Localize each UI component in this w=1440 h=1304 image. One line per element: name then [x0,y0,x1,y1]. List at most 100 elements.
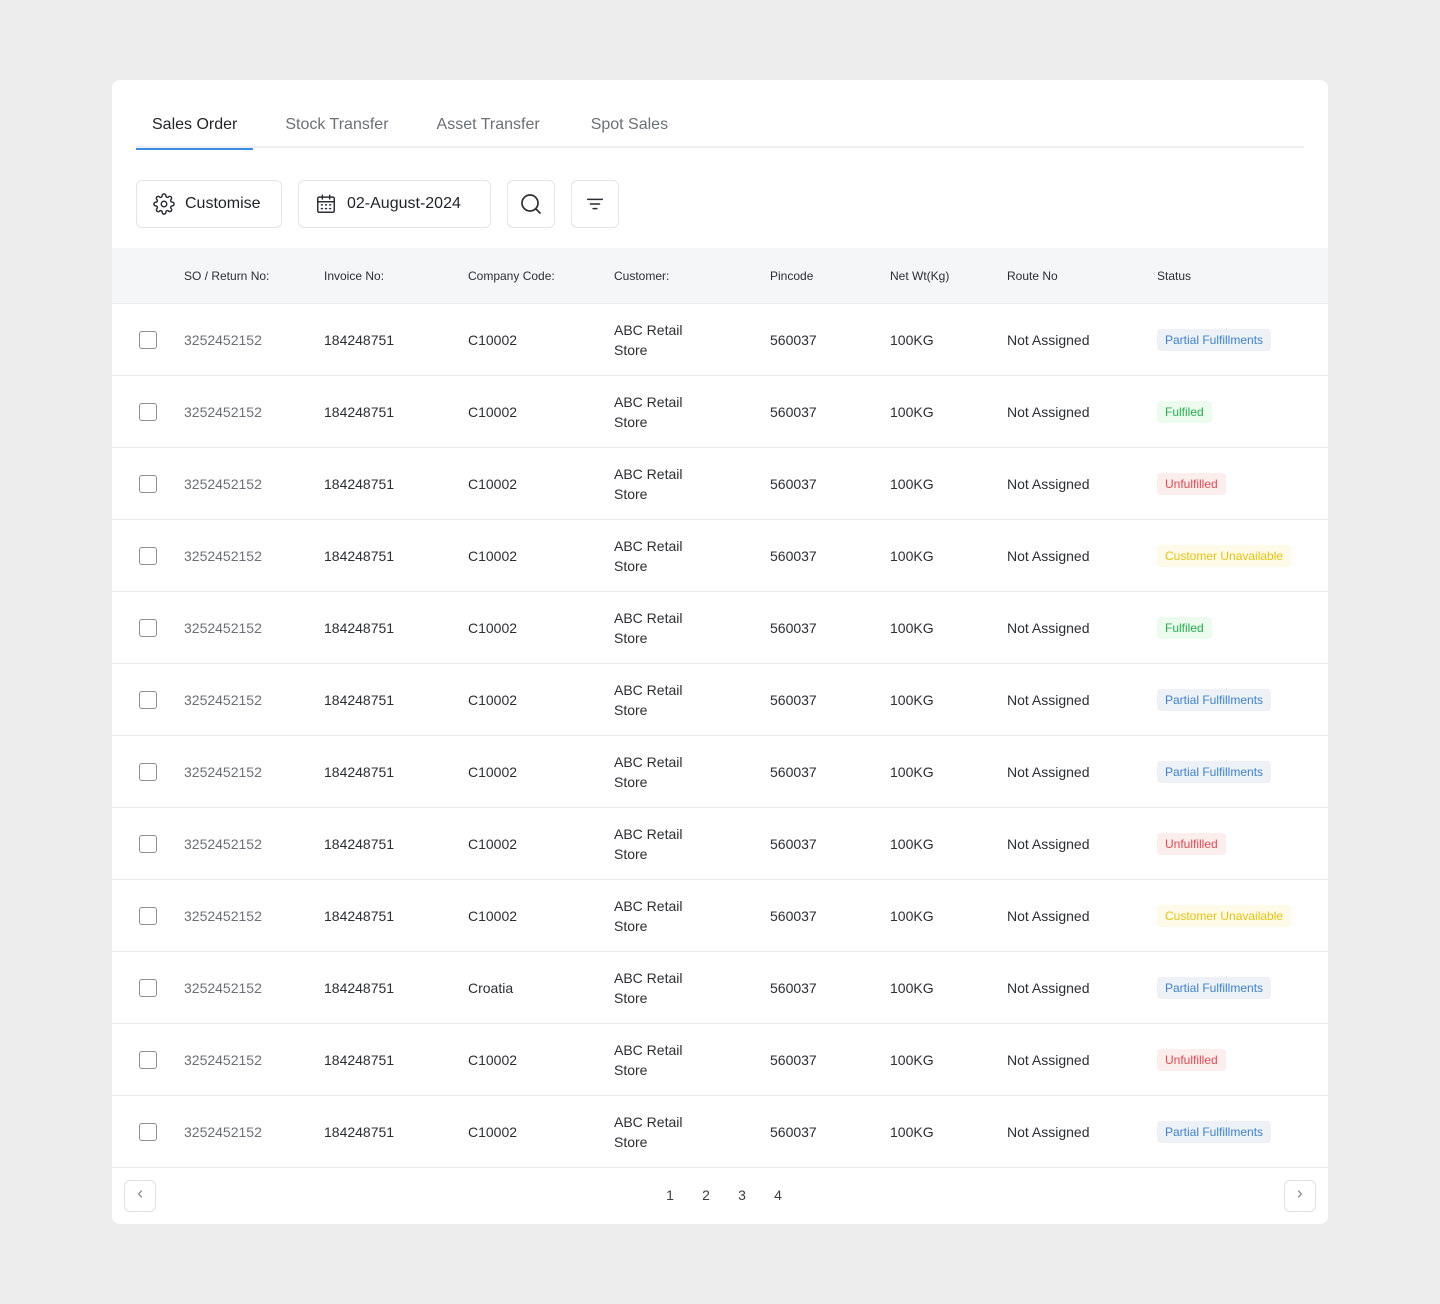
route-no: Not Assigned [1007,620,1090,636]
tab-stock-transfer[interactable]: Stock Transfer [269,104,404,148]
company-code: C10002 [468,1124,518,1140]
net-weight: 100KG [890,908,934,924]
row-checkbox[interactable] [139,619,157,637]
status-badge: Partial Fulfillments [1157,761,1272,783]
row-checkbox[interactable] [139,691,157,709]
so-number: 3252452152 [184,332,262,348]
customer-name-line1: ABC Retail [614,538,683,554]
so-number: 3252452152 [184,548,262,564]
customise-button[interactable]: Customise [136,180,282,228]
so-number: 3252452152 [184,1052,262,1068]
tab-bar: Sales Order Stock Transfer Asset Transfe… [136,104,1304,150]
row-checkbox[interactable] [139,835,157,853]
row-checkbox[interactable] [139,907,157,925]
tab-asset-transfer[interactable]: Asset Transfer [421,104,556,148]
next-page-button[interactable] [1284,1180,1316,1212]
customer-name-line1: ABC Retail [614,898,683,914]
page-1[interactable]: 1 [652,1187,688,1203]
route-no: Not Assigned [1007,764,1090,780]
net-weight: 100KG [890,692,934,708]
row-checkbox[interactable] [139,763,157,781]
table-row[interactable]: 3252452152 184248751 C10002 560037 100KG Not … [112,1096,1328,1168]
customer-name: ABC Retail Store [614,376,682,448]
invoice-number: 184248751 [324,548,395,564]
customer-name: ABC Retail Store [614,592,682,664]
net-weight: 100KG [890,1052,934,1068]
filter-button[interactable] [571,180,619,228]
search-button[interactable] [507,180,555,228]
so-number: 3252452152 [184,836,262,852]
table-row[interactable]: 3252452152 184248751 Croatia 560037 100KG Not… [112,952,1328,1024]
net-weight: 100KG [890,1124,934,1140]
customer-name-line1: ABC Retail [614,754,683,770]
customer-name-line1: ABC Retail [614,466,683,482]
so-number: 3252452152 [184,404,262,420]
customer-name-line2: Store [614,558,648,574]
status-cell: Partial Fulfillments [1157,304,1272,376]
page-numbers: 1 2 3 4 [652,1187,796,1203]
so-number: 3252452152 [184,908,262,924]
table-row[interactable]: 3252452152 184248751 C10002 560037 100KG Not … [112,736,1328,808]
company-code: C10002 [468,548,518,564]
customer-name-line1: ABC Retail [614,826,683,842]
customer-name-line1: ABC Retail [614,322,683,338]
row-checkbox[interactable] [139,403,157,421]
table-row[interactable]: 3252452152 184248751 C10002 560037 100KG Not … [112,376,1328,448]
net-weight: 100KG [890,836,934,852]
status-cell: Unfulfilled [1157,1024,1226,1096]
row-checkbox[interactable] [139,331,157,349]
table-row[interactable]: 3252452152 184248751 C10002 560037 100KG Not … [112,448,1328,520]
table-row[interactable]: 3252452152 184248751 C10002 560037 100KG Not … [112,664,1328,736]
so-number: 3252452152 [184,620,262,636]
company-code: C10002 [468,692,518,708]
status-badge: Unfulfilled [1157,473,1226,495]
tab-sales-order[interactable]: Sales Order [136,104,254,150]
table-row[interactable]: 3252452152 184248751 C10002 560037 100KG Not … [112,1024,1328,1096]
route-no: Not Assigned [1007,836,1090,852]
table-header: SO / Return No: Invoice No: Company Code… [112,248,1328,304]
invoice-number: 184248751 [324,692,395,708]
table-row[interactable]: 3252452152 184248751 C10002 560037 100KG Not … [112,304,1328,376]
pincode: 560037 [770,980,817,996]
customer-name: ABC Retail Store [614,448,682,520]
customer-name-line2: Store [614,342,648,358]
table-row[interactable]: 3252452152 184248751 C10002 560037 100KG Not … [112,880,1328,952]
row-checkbox[interactable] [139,475,157,493]
page-4[interactable]: 4 [760,1187,796,1203]
customer-name-line2: Store [614,990,648,1006]
customer-name: ABC Retail Store [614,736,682,808]
table-row[interactable]: 3252452152 184248751 C10002 560037 100KG Not … [112,592,1328,664]
table-row[interactable]: 3252452152 184248751 C10002 560037 100KG Not … [112,520,1328,592]
route-no: Not Assigned [1007,1124,1090,1140]
pincode: 560037 [770,548,817,564]
route-no: Not Assigned [1007,692,1090,708]
calendar-icon [315,193,337,215]
date-picker-button[interactable]: 02-August-2024 [298,180,491,228]
customer-name-line1: ABC Retail [614,1114,683,1130]
customer-name-line2: Store [614,918,648,934]
company-code: C10002 [468,404,518,420]
tab-spot-sales[interactable]: Spot Sales [575,104,684,148]
row-checkbox[interactable] [139,1123,157,1141]
row-checkbox[interactable] [139,979,157,997]
customer-name: ABC Retail Store [614,880,682,952]
route-no: Not Assigned [1007,548,1090,564]
page-2[interactable]: 2 [688,1187,724,1203]
pincode: 560037 [770,620,817,636]
status-cell: Fulfiled [1157,592,1212,664]
prev-page-button[interactable] [124,1180,156,1212]
row-checkbox[interactable] [139,1051,157,1069]
invoice-number: 184248751 [324,908,395,924]
chevron-left-icon [134,1187,146,1205]
customer-name-line1: ABC Retail [614,610,683,626]
pincode: 560037 [770,476,817,492]
page-3[interactable]: 3 [724,1187,760,1203]
route-no: Not Assigned [1007,332,1090,348]
table-row[interactable]: 3252452152 184248751 C10002 560037 100KG Not … [112,808,1328,880]
invoice-number: 184248751 [324,1052,395,1068]
row-checkbox[interactable] [139,547,157,565]
status-badge: Fulfiled [1157,401,1212,423]
customer-name: ABC Retail Store [614,664,682,736]
net-weight: 100KG [890,476,934,492]
pagination: 1 2 3 4 [112,1168,1328,1224]
